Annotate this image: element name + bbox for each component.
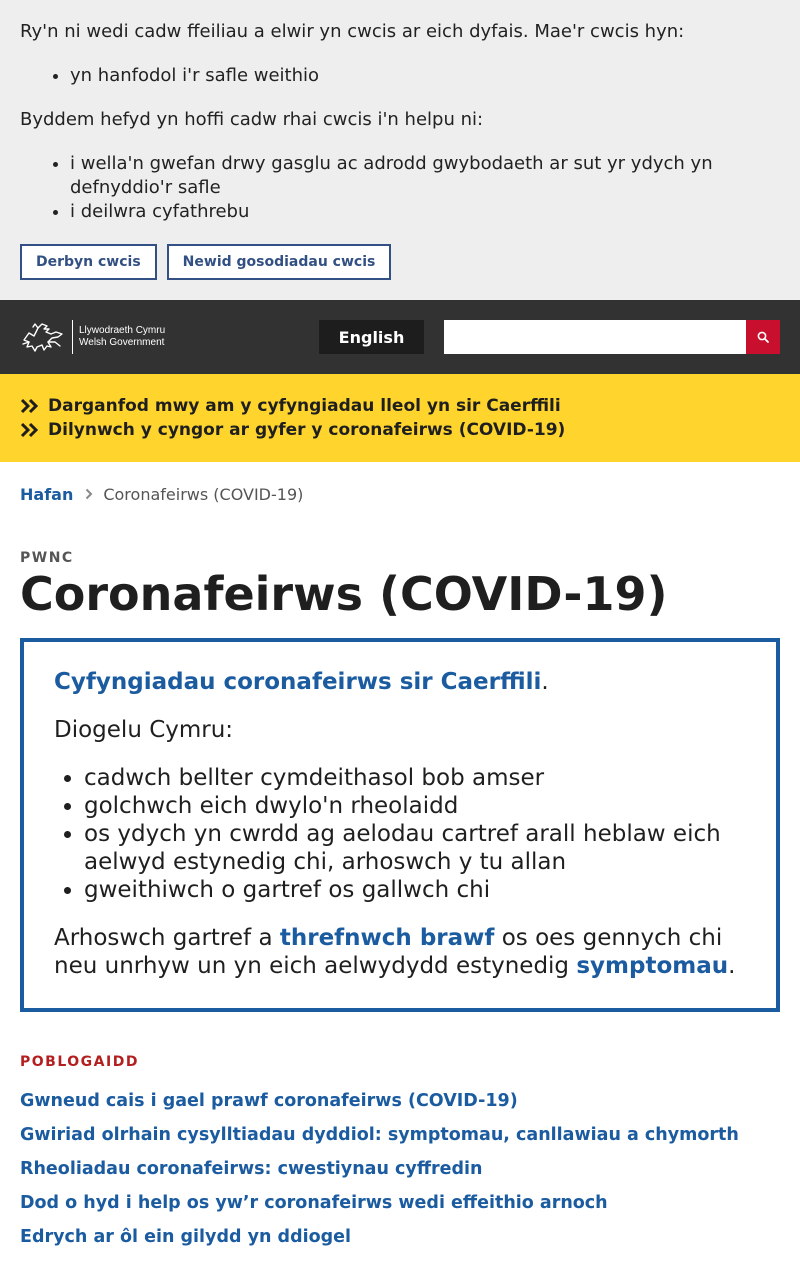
caerphilly-restrictions-link[interactable]: Cyfyngiadau coronafeirws sir Caerffili (54, 669, 541, 695)
stay-home-suffix: . (728, 953, 736, 979)
list-item: i deilwra cyfathrebu (70, 200, 780, 224)
list-item: Rheoliadau coronafeirws: cwestiynau cyff… (20, 1158, 780, 1192)
site-logo[interactable]: Llywodraeth Cymru Welsh Government (20, 319, 165, 355)
alert-item[interactable]: Dilynwch y cyngor ar gyfer y coronafeirw… (20, 418, 780, 442)
alert-item[interactable]: Darganfod mwy am y cyfyngiadau lleol yn … (20, 394, 780, 418)
popular-link[interactable]: Edrych ar ôl ein gilydd yn ddiogel (20, 1227, 351, 1247)
cookie-settings-button[interactable]: Newid gosodiadau cwcis (166, 244, 392, 280)
lead-suffix: . (541, 669, 549, 695)
welsh-dragon-logo-icon (20, 320, 66, 354)
symptoms-link[interactable]: symptomau (576, 953, 728, 979)
popular-links-list: Gwneud cais i gael prawf coronafeirws (C… (0, 1090, 800, 1260)
popular-link[interactable]: Rheoliadau coronafeirws: cwestiynau cyff… (20, 1159, 482, 1179)
cookie-essential-list: yn hanfodol i'r safle weithio (70, 64, 780, 88)
logo-line-welsh: Llywodraeth Cymru (79, 325, 166, 336)
list-item: cadwch bellter cymdeithasol bob amser (84, 764, 746, 792)
list-item: Gwiriad olrhain cysylltiadau dyddiol: sy… (20, 1124, 780, 1158)
list-item: gweithiwch o gartref os gallwch chi (84, 876, 746, 904)
cookie-intro: Ry'n ni wedi cadw ffeiliau a elwir yn cw… (20, 21, 685, 42)
callout-box: Cyfyngiadau coronafeirws sir Caerffili. … (20, 638, 780, 1012)
chevron-right-icon (85, 488, 93, 500)
cookie-also-text: Byddem hefyd yn hoffi cadw rhai cwcis i'… (20, 109, 484, 130)
arrange-test-link[interactable]: threfnwch brawf (280, 925, 495, 951)
list-item: golchwch eich dwylo'n rheolaidd (84, 792, 746, 820)
callout-lead: Cyfyngiadau coronafeirws sir Caerffili. (54, 668, 746, 696)
site-header: Llywodraeth Cymru Welsh Government Engli… (0, 300, 800, 374)
logo-text: Llywodraeth Cymru Welsh Government (79, 325, 165, 349)
stay-home-prefix: Arhoswch gartref a (54, 925, 280, 951)
search-form (444, 320, 780, 354)
language-toggle-button[interactable]: English (319, 320, 424, 354)
search-icon (757, 328, 769, 347)
list-item: os ydych yn cwrdd ag aelodau cartref ara… (84, 820, 746, 876)
list-item: i wella'n gwefan drwy gasglu ac adrodd g… (70, 152, 780, 200)
callout-heading: Diogelu Cymru: (54, 717, 234, 743)
cookie-banner: Ry'n ni wedi cadw ffeiliau a elwir yn cw… (0, 0, 800, 300)
double-chevron-right-icon (20, 398, 48, 414)
double-chevron-right-icon (20, 422, 48, 438)
cookie-buttons: Derbyn cwcis Newid gosodiadau cwcis (20, 244, 780, 280)
popular-link[interactable]: Gwneud cais i gael prawf coronafeirws (C… (20, 1091, 518, 1111)
protect-wales-list: cadwch bellter cymdeithasol bob amser go… (84, 764, 746, 904)
cookie-optional-list: i wella'n gwefan drwy gasglu ac adrodd g… (70, 152, 780, 224)
page-kicker: PWNC (20, 550, 74, 566)
popular-link[interactable]: Gwiriad olrhain cysylltiadau dyddiol: sy… (20, 1125, 739, 1145)
breadcrumb: Hafan Coronafeirws (COVID-19) (0, 462, 800, 526)
list-item: Dod o hyd i help os yw’r coronafeirws we… (20, 1192, 780, 1226)
list-item: Gwneud cais i gael prawf coronafeirws (C… (20, 1090, 780, 1124)
list-item: Edrych ar ôl ein gilydd yn ddiogel (20, 1226, 780, 1260)
breadcrumb-current: Coronafeirws (COVID-19) (103, 484, 304, 504)
accept-cookies-button[interactable]: Derbyn cwcis (20, 244, 157, 280)
list-item: yn hanfodol i'r safle weithio (70, 64, 780, 88)
popular-link[interactable]: Dod o hyd i help os yw’r coronafeirws we… (20, 1193, 608, 1213)
search-input[interactable] (444, 320, 746, 354)
search-button[interactable] (746, 320, 780, 354)
logo-divider (72, 320, 73, 354)
breadcrumb-home-link[interactable]: Hafan (20, 485, 73, 504)
page-title: Coronafeirws (COVID-19) (20, 567, 668, 621)
alert-banner: Darganfod mwy am y cyfyngiadau lleol yn … (0, 374, 800, 462)
alert-link-covid-advice[interactable]: Dilynwch y cyngor ar gyfer y coronafeirw… (48, 420, 565, 440)
popular-heading: POBLOGAIDD (20, 1054, 139, 1070)
alert-link-local-restrictions[interactable]: Darganfod mwy am y cyfyngiadau lleol yn … (48, 396, 561, 416)
stay-home-text: Arhoswch gartref a threfnwch brawf os oe… (54, 924, 746, 980)
logo-line-english: Welsh Government (79, 337, 165, 348)
